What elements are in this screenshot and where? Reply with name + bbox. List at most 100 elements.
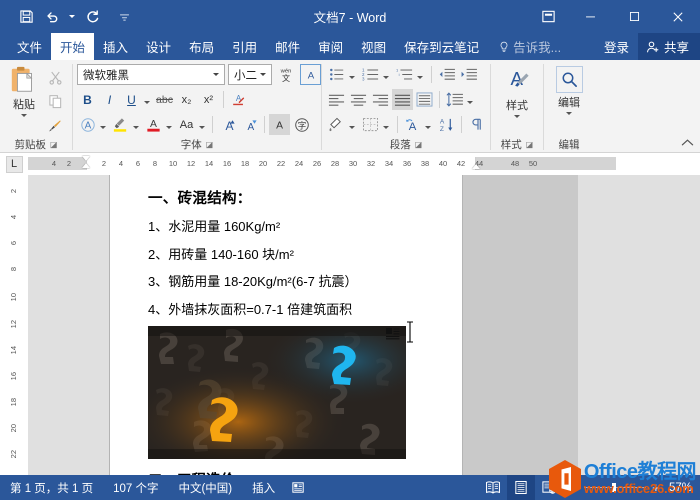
subscript-button[interactable]: x₂ xyxy=(176,89,197,110)
proofing-errors-icon[interactable] xyxy=(285,475,312,500)
status-insert-mode[interactable]: 插入 xyxy=(242,475,285,500)
tab-stop-selector[interactable]: L xyxy=(0,153,28,175)
view-web-layout-button[interactable] xyxy=(535,475,563,500)
save-icon[interactable] xyxy=(14,6,38,28)
distribute-button[interactable] xyxy=(414,89,435,110)
document-canvas[interactable]: 一、砖混结构： 1、水泥用量 160Kg/m² 2、用砖量 140-160 块/… xyxy=(28,175,700,475)
customize-qat-icon[interactable] xyxy=(112,6,136,28)
first-line-indent-marker[interactable] xyxy=(82,156,90,161)
tab-references[interactable]: 引用 xyxy=(223,33,266,60)
line-spacing-button[interactable] xyxy=(444,89,465,110)
grow-font-button[interactable]: A xyxy=(217,114,238,135)
numbering-dropdown-icon[interactable] xyxy=(383,76,389,79)
borders-button[interactable] xyxy=(360,114,381,135)
tab-file[interactable]: 文件 xyxy=(8,33,51,60)
asian-layout-button[interactable]: A xyxy=(402,114,423,135)
shrink-font-button[interactable]: A xyxy=(239,114,260,135)
font-name-dropdown-icon[interactable] xyxy=(210,73,222,76)
tab-save-to-cloud-notes[interactable]: 保存到云笔记 xyxy=(395,33,488,60)
font-color-button[interactable]: A xyxy=(143,114,164,135)
layout-options-icon[interactable] xyxy=(386,327,400,340)
copy-button[interactable] xyxy=(44,91,66,111)
increase-indent-button[interactable] xyxy=(458,64,479,85)
enclose-character-button[interactable]: 字 xyxy=(291,114,312,135)
underline-button[interactable]: U xyxy=(121,89,142,110)
minimize-button[interactable] xyxy=(568,0,612,33)
text-effects-dropdown-icon[interactable] xyxy=(100,126,106,129)
bullets-button[interactable] xyxy=(326,64,347,85)
share-button[interactable]: 共享 xyxy=(637,33,700,60)
align-center-button[interactable] xyxy=(348,89,369,110)
character-shading-button[interactable]: A xyxy=(269,114,290,135)
bold-button[interactable]: B xyxy=(77,89,98,110)
status-language[interactable]: 中文(中国) xyxy=(168,475,242,500)
superscript-button[interactable]: x² xyxy=(198,89,219,110)
multilevel-list-button[interactable]: 1i xyxy=(394,64,415,85)
vertical-ruler[interactable]: 2 4 6 8 10 12 14 16 18 20 22 24 xyxy=(0,175,28,484)
bullets-dropdown-icon[interactable] xyxy=(349,76,355,79)
show-formatting-marks-button[interactable] xyxy=(466,114,487,135)
strikethrough-button[interactable]: abc xyxy=(154,89,175,110)
paragraph-dialog-launcher[interactable]: ◪ xyxy=(415,140,423,149)
undo-dropdown-icon[interactable] xyxy=(66,6,78,28)
zoom-out-button[interactable]: – xyxy=(569,480,579,495)
paste-button[interactable]: 粘贴 xyxy=(4,63,44,117)
hanging-indent-marker[interactable] xyxy=(82,163,90,168)
tab-design[interactable]: 设计 xyxy=(137,33,180,60)
text-highlight-button[interactable] xyxy=(110,114,131,135)
ribbon-display-options-icon[interactable] xyxy=(528,0,568,33)
change-case-dropdown-icon[interactable] xyxy=(199,126,205,129)
font-size-combobox[interactable]: 小二 xyxy=(228,64,272,85)
editing-button[interactable]: 编辑 xyxy=(548,63,590,115)
close-button[interactable] xyxy=(656,0,700,33)
cut-button[interactable] xyxy=(44,67,66,87)
clear-formatting-button[interactable]: A xyxy=(228,89,249,110)
styles-dialog-launcher[interactable]: ◪ xyxy=(526,140,534,149)
status-page-info[interactable]: 第 1 页，共 1 页 xyxy=(0,475,103,500)
document-image[interactable] xyxy=(148,326,406,459)
status-word-count[interactable]: 107 个字 xyxy=(103,475,168,500)
multilevel-dropdown-icon[interactable] xyxy=(417,76,423,79)
decrease-indent-button[interactable] xyxy=(436,64,457,85)
shading-dropdown-icon[interactable] xyxy=(349,126,355,129)
phonetic-guide-button[interactable]: wén 文 xyxy=(275,64,297,85)
italic-button[interactable]: I xyxy=(99,89,120,110)
horizontal-ruler[interactable]: 4 2 2 4 6 8 10 12 14 16 18 20 22 24 26 2… xyxy=(28,153,700,175)
sign-in-button[interactable]: 登录 xyxy=(595,33,638,60)
view-print-layout-button[interactable] xyxy=(506,475,535,500)
line-spacing-dropdown-icon[interactable] xyxy=(467,101,473,104)
editing-dropdown-icon[interactable] xyxy=(566,112,572,115)
highlight-dropdown-icon[interactable] xyxy=(133,126,139,129)
maximize-button[interactable] xyxy=(612,0,656,33)
text-effects-button[interactable]: A xyxy=(77,114,98,135)
undo-icon[interactable] xyxy=(40,6,64,28)
shading-button[interactable] xyxy=(326,114,347,135)
paste-dropdown-icon[interactable] xyxy=(21,114,27,117)
zoom-in-button[interactable]: + xyxy=(651,480,661,495)
font-color-dropdown-icon[interactable] xyxy=(166,126,172,129)
sort-button[interactable]: AZ xyxy=(436,114,457,135)
collapse-ribbon-button[interactable] xyxy=(681,138,694,150)
tell-me-search[interactable]: 告诉我... xyxy=(488,33,568,60)
font-name-combobox[interactable]: 微软雅黑 xyxy=(77,64,225,85)
character-border-button[interactable]: A xyxy=(300,64,321,85)
align-justify-button[interactable] xyxy=(392,89,413,110)
tab-insert[interactable]: 插入 xyxy=(94,33,137,60)
clipboard-dialog-launcher[interactable]: ◪ xyxy=(50,140,58,149)
tab-view[interactable]: 视图 xyxy=(352,33,395,60)
borders-dropdown-icon[interactable] xyxy=(383,126,389,129)
tab-layout[interactable]: 布局 xyxy=(180,33,223,60)
underline-dropdown-icon[interactable] xyxy=(144,101,150,104)
change-case-button[interactable]: Aa xyxy=(176,114,197,135)
zoom-track[interactable] xyxy=(583,483,646,492)
redo-icon[interactable] xyxy=(80,6,104,28)
font-size-dropdown-icon[interactable] xyxy=(257,73,269,76)
styles-button[interactable]: A 样式 xyxy=(495,63,539,118)
zoom-thumb[interactable] xyxy=(611,483,616,492)
styles-dropdown-icon[interactable] xyxy=(514,115,520,118)
zoom-slider[interactable]: – + xyxy=(563,475,669,500)
tab-mailings[interactable]: 邮件 xyxy=(266,33,309,60)
view-read-mode-button[interactable] xyxy=(479,475,507,500)
numbering-button[interactable]: 123 xyxy=(360,64,381,85)
zoom-level-label[interactable]: 57% xyxy=(669,482,700,494)
